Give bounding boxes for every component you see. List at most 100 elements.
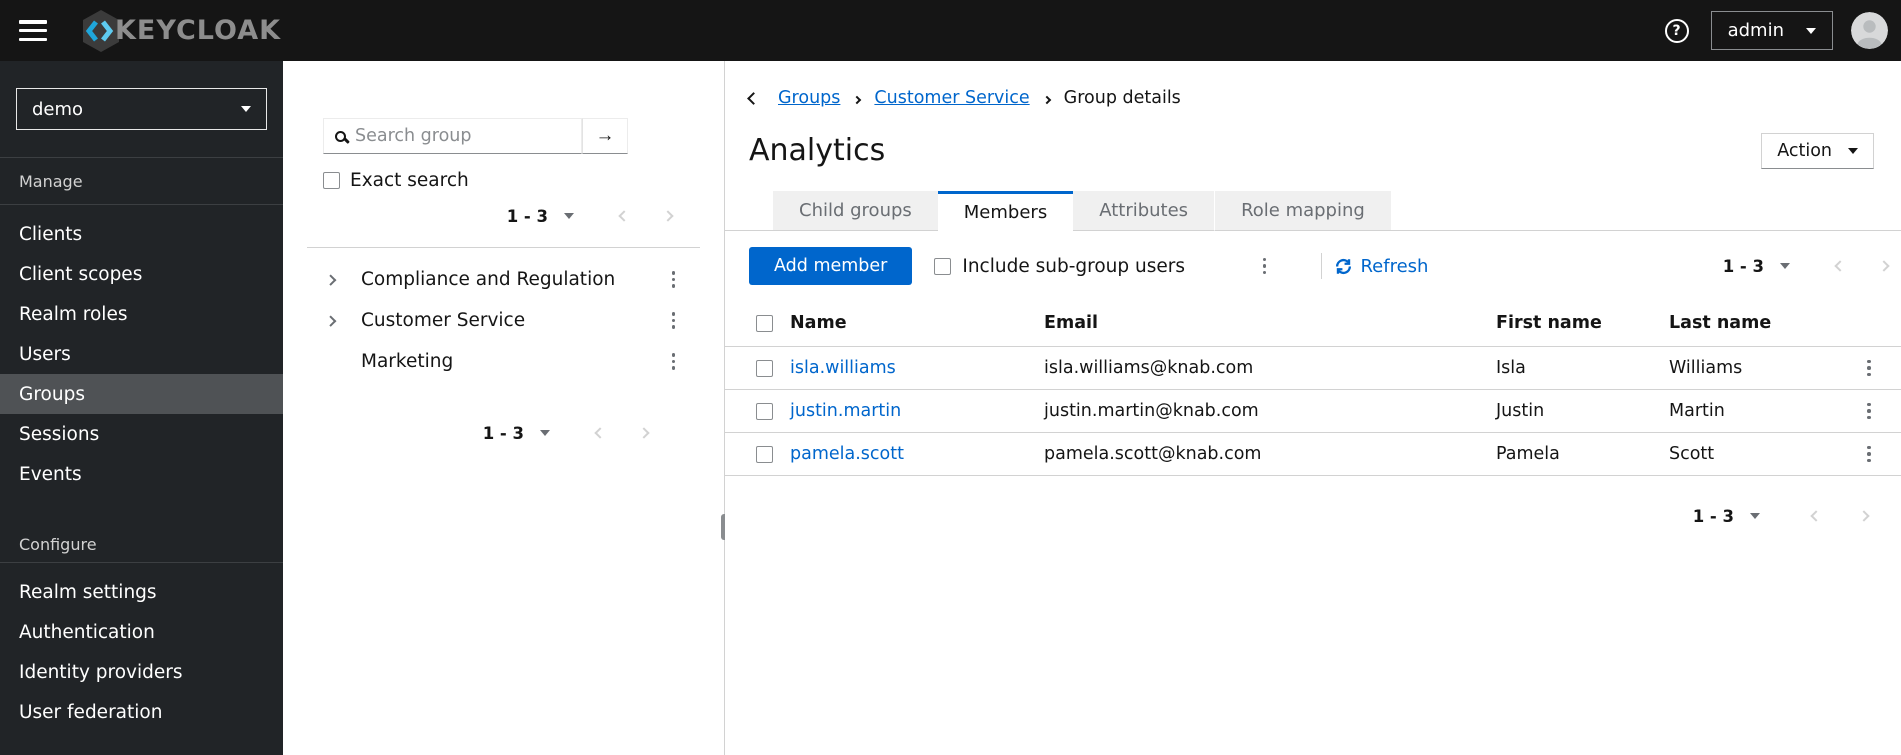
member-last-name: Martin: [1669, 401, 1725, 421]
sidebar-item-groups[interactable]: Groups: [0, 374, 283, 414]
tab-attributes[interactable]: Attributes: [1073, 191, 1215, 231]
nav-toggle-hamburger-icon[interactable]: [19, 20, 47, 41]
tab-bar: Child groups Members Attributes Role map…: [725, 191, 1901, 231]
chevron-right-icon: [325, 274, 337, 285]
user-menu-dropdown[interactable]: admin: [1710, 11, 1833, 50]
tab-role-mapping[interactable]: Role mapping: [1214, 191, 1391, 231]
next-page-icon[interactable]: [638, 427, 650, 439]
row-checkbox[interactable]: [756, 402, 773, 420]
next-page-icon[interactable]: [1858, 510, 1870, 522]
chevron-left-icon: [747, 92, 760, 105]
members-table: Name Email First name Last name isla.wil…: [725, 300, 1901, 476]
masthead: KEYCLOAK ? admin: [0, 0, 1901, 61]
refresh-icon: [1336, 258, 1352, 274]
groups-tree-panel: → Exact search 1 - 3 Compliance and Regu…: [283, 61, 724, 755]
add-member-button[interactable]: Add member: [749, 247, 913, 285]
expand-toggle[interactable]: [325, 315, 349, 326]
chevron-down-icon[interactable]: [564, 213, 574, 219]
row-kebab-menu-icon[interactable]: [1864, 357, 1874, 380]
chevron-down-icon: [241, 106, 251, 112]
member-first-name: Justin: [1496, 401, 1545, 421]
nav-section-manage: Manage: [19, 171, 83, 191]
include-subgroup-checkbox[interactable]: [934, 257, 952, 275]
kebab-menu-icon[interactable]: [669, 309, 679, 332]
sidebar-item-authentication[interactable]: Authentication: [0, 612, 283, 652]
kebab-menu-icon[interactable]: [669, 350, 679, 373]
sidebar-nav: demo Manage Clients Client scopes Realm …: [0, 61, 283, 755]
keycloak-logo: KEYCLOAK: [79, 8, 281, 54]
sidebar-item-users[interactable]: Users: [0, 334, 283, 374]
row-checkbox[interactable]: [756, 359, 773, 377]
include-subgroup-label: Include sub-group users: [962, 255, 1185, 277]
refresh-button[interactable]: Refresh: [1335, 256, 1428, 277]
pagination-range: 1 - 3: [482, 423, 524, 443]
member-last-name: Scott: [1669, 444, 1715, 464]
sidebar-item-identity-providers[interactable]: Identity providers: [0, 652, 283, 692]
avatar[interactable]: [1851, 12, 1888, 49]
column-header-name: Name: [790, 313, 847, 333]
pagination-range: 1 - 3: [1692, 506, 1734, 526]
group-search-field: [323, 118, 582, 154]
chevron-down-icon[interactable]: [1780, 263, 1790, 269]
member-email: justin.martin@knab.com: [1044, 401, 1259, 421]
member-last-name: Williams: [1669, 358, 1743, 378]
chevron-down-icon[interactable]: [1750, 513, 1760, 519]
member-name-link[interactable]: justin.martin: [790, 401, 1044, 421]
member-email: isla.williams@knab.com: [1044, 358, 1254, 378]
prev-page-icon[interactable]: [1810, 510, 1822, 522]
select-all-checkbox[interactable]: [756, 314, 773, 332]
group-name[interactable]: Customer Service: [361, 310, 525, 331]
next-page-icon[interactable]: [662, 210, 674, 222]
group-name[interactable]: Marketing: [361, 351, 453, 372]
member-first-name: Isla: [1496, 358, 1526, 378]
prev-page-icon[interactable]: [1834, 260, 1846, 272]
chevron-right-icon: [853, 88, 862, 108]
row-checkbox[interactable]: [756, 445, 773, 463]
sidebar-item-sessions[interactable]: Sessions: [0, 414, 283, 454]
realm-selector[interactable]: demo: [16, 88, 267, 130]
sidebar-item-realm-settings[interactable]: Realm settings: [0, 572, 283, 612]
tree-item: Compliance and Regulation: [283, 259, 724, 300]
search-submit-button[interactable]: →: [582, 118, 628, 154]
row-kebab-menu-icon[interactable]: [1864, 400, 1874, 423]
nav-section-configure: Configure: [19, 534, 97, 554]
search-group-input[interactable]: [355, 126, 573, 146]
table-row: justin.martin justin.martin@knab.com Jus…: [725, 390, 1901, 433]
tab-child-groups[interactable]: Child groups: [773, 191, 938, 231]
member-name-link[interactable]: isla.williams: [790, 358, 1044, 378]
sidebar-item-realm-roles[interactable]: Realm roles: [0, 294, 283, 334]
members-pagination-top: 1 - 3: [1723, 253, 1890, 279]
prev-page-icon[interactable]: [618, 210, 630, 222]
help-icon[interactable]: ?: [1664, 18, 1689, 43]
next-page-icon[interactable]: [1878, 260, 1890, 272]
groups-pagination-bottom: 1 - 3: [283, 420, 724, 446]
table-header-row: Name Email First name Last name: [725, 300, 1901, 347]
action-dropdown[interactable]: Action: [1761, 133, 1874, 169]
breadcrumb-back-button[interactable]: [747, 88, 760, 108]
tab-members[interactable]: Members: [937, 191, 1074, 231]
sidebar-item-clients[interactable]: Clients: [0, 214, 283, 254]
breadcrumb-link-customer-service[interactable]: Customer Service: [874, 88, 1029, 108]
prev-page-icon[interactable]: [594, 427, 606, 439]
member-name-link[interactable]: pamela.scott: [790, 444, 1044, 464]
group-name[interactable]: Compliance and Regulation: [361, 269, 615, 290]
sidebar-item-user-federation[interactable]: User federation: [0, 692, 283, 732]
toolbar-kebab-menu-icon[interactable]: [1260, 255, 1270, 278]
sidebar-item-events[interactable]: Events: [0, 454, 283, 494]
exact-search-label: Exact search: [350, 170, 469, 191]
column-header-first-name: First name: [1496, 313, 1602, 333]
chevron-down-icon[interactable]: [540, 430, 550, 436]
exact-search-checkbox[interactable]: [323, 172, 340, 189]
kebab-menu-icon[interactable]: [669, 268, 679, 291]
chevron-right-icon: [325, 315, 337, 326]
group-details-panel: Groups Customer Service Group details An…: [725, 61, 1901, 755]
row-kebab-menu-icon[interactable]: [1864, 443, 1874, 466]
action-dropdown-label: Action: [1777, 141, 1832, 161]
sidebar-item-client-scopes[interactable]: Client scopes: [0, 254, 283, 294]
brand-text: KEYCLOAK: [115, 15, 282, 46]
expand-toggle[interactable]: [325, 274, 349, 285]
divider: [1321, 253, 1323, 279]
breadcrumb-link-groups[interactable]: Groups: [778, 88, 840, 108]
member-email: pamela.scott@knab.com: [1044, 444, 1262, 464]
tree-item: Marketing: [283, 341, 724, 382]
